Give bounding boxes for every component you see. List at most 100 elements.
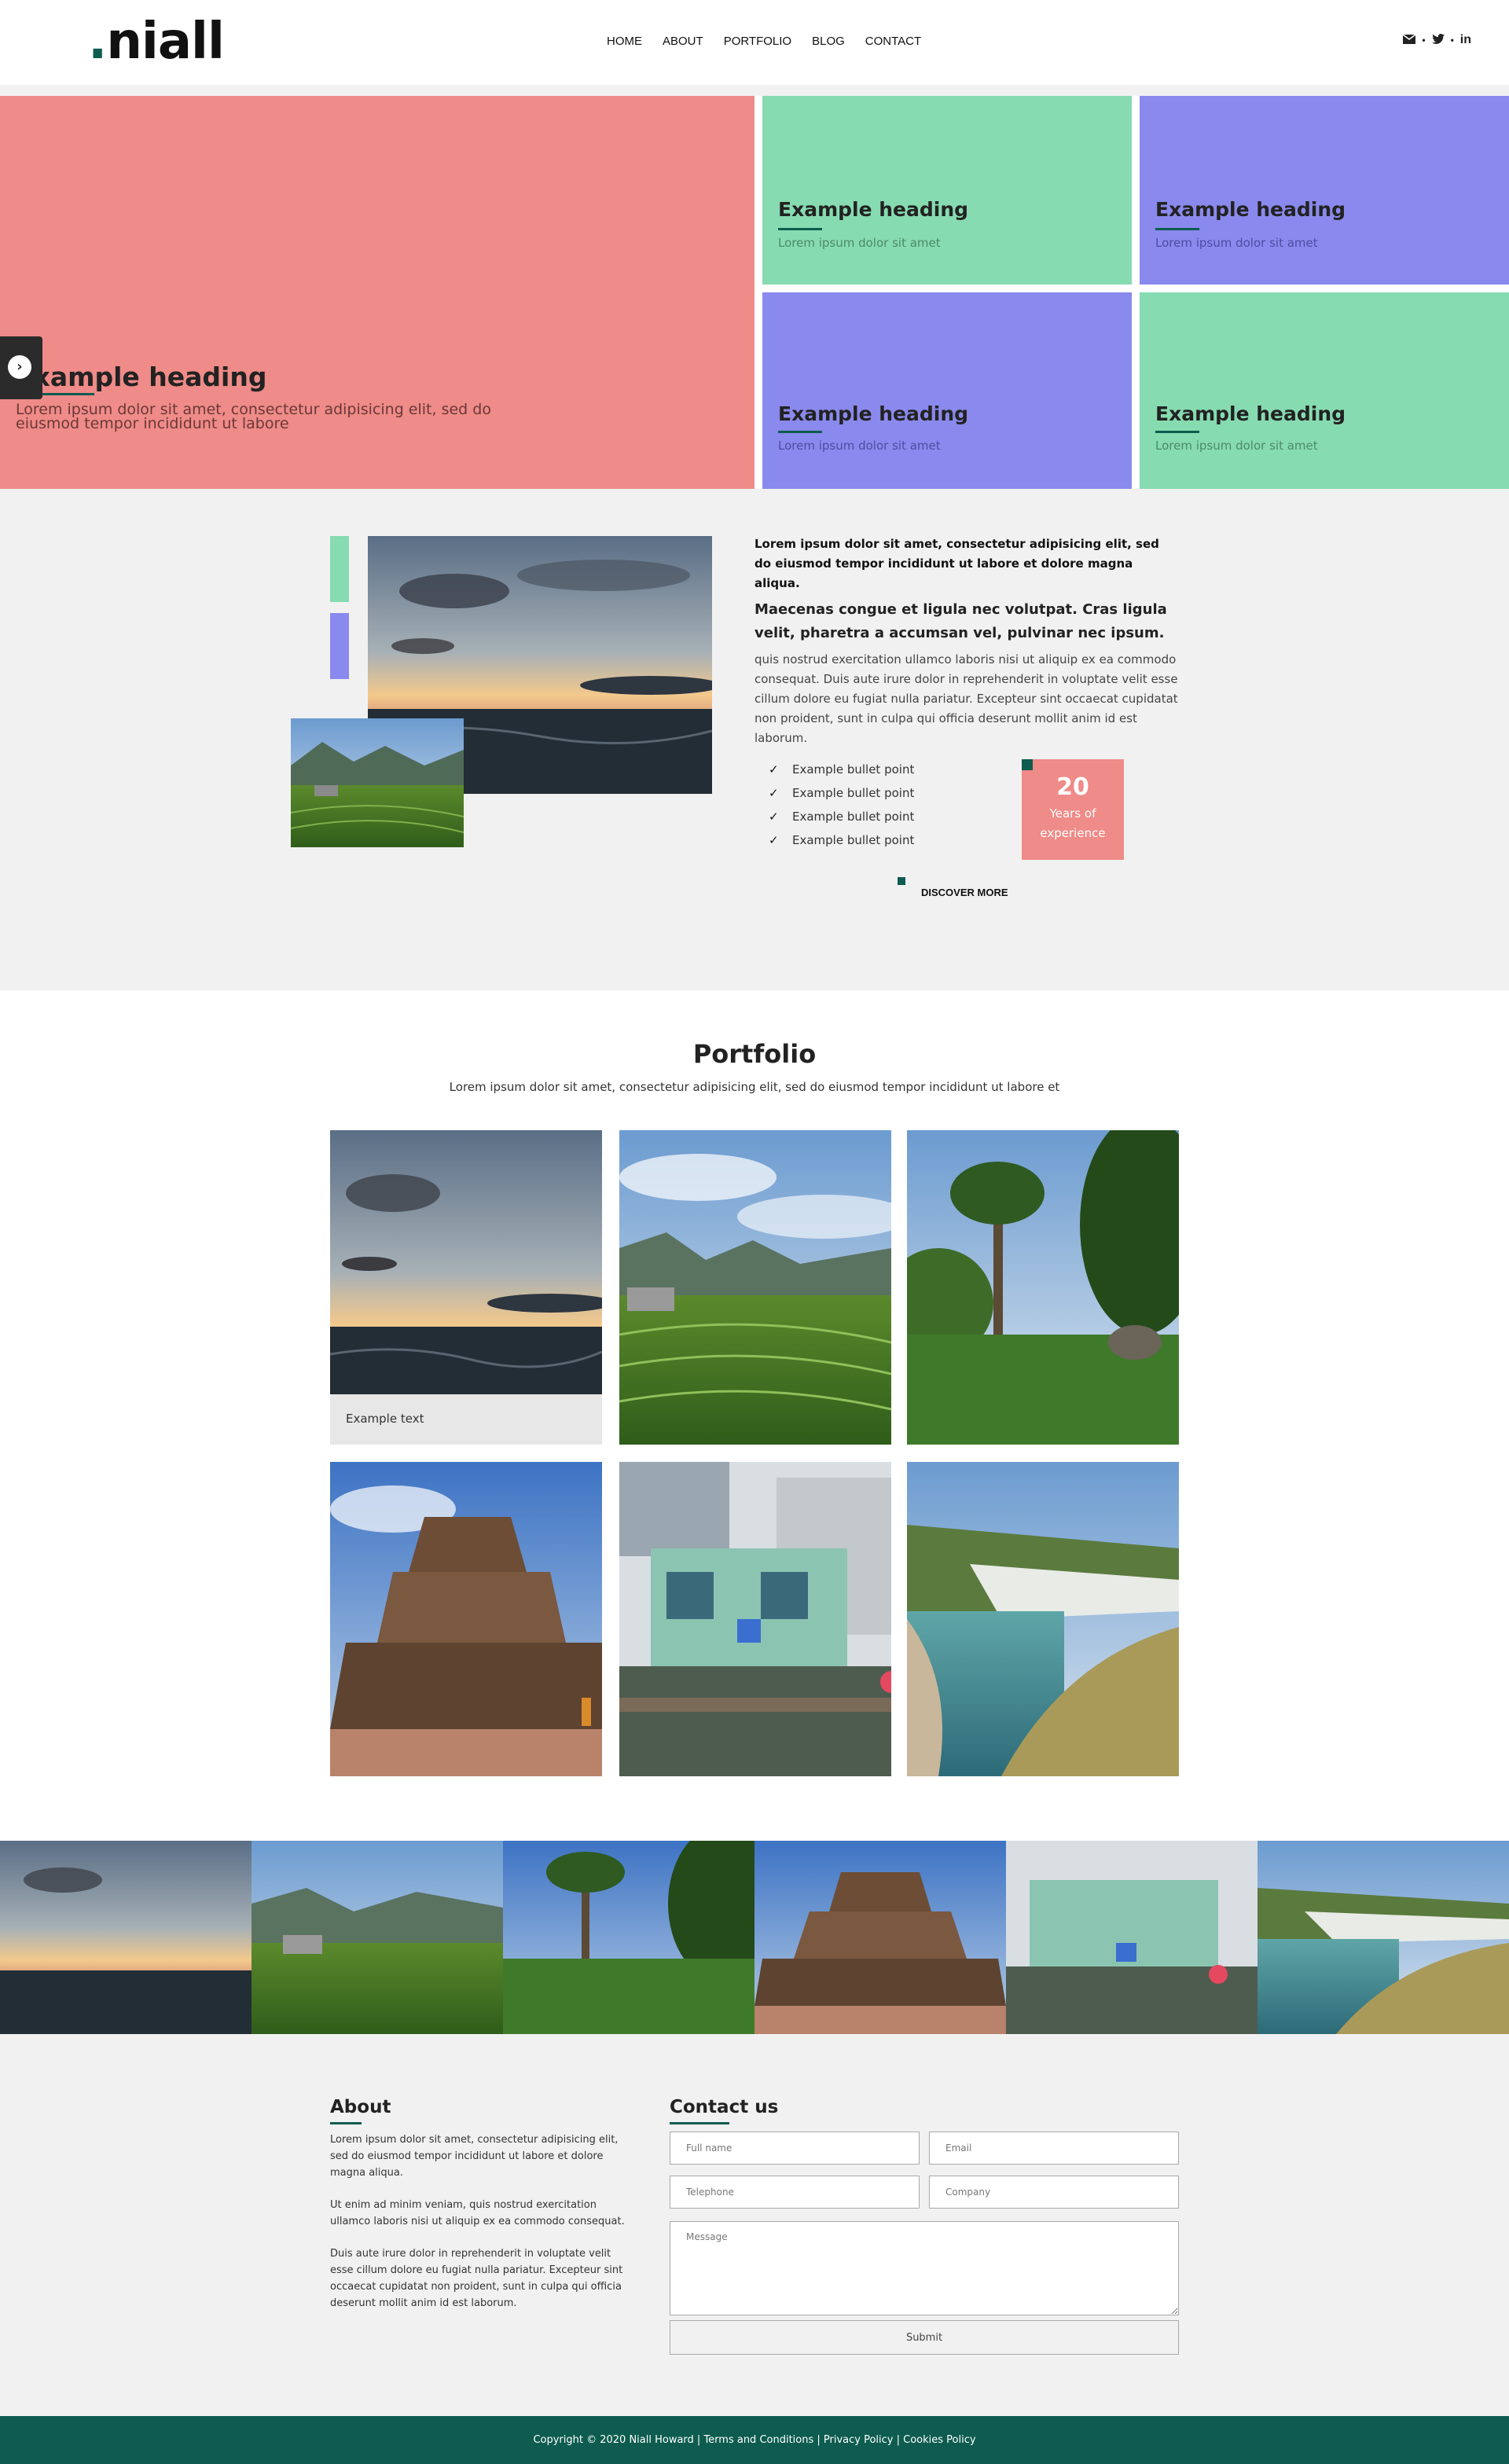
about-body: quis nostrud exercitation ullamco labori… — [754, 652, 1178, 745]
about-section: Lorem ipsum dolor sit amet, consectetur … — [0, 489, 1509, 990]
arrow-right-icon: › — [8, 355, 31, 379]
heading-underline — [1155, 431, 1199, 433]
portfolio-title: Portfolio — [692, 1039, 817, 1069]
discover-dot — [898, 877, 905, 885]
company-field[interactable] — [929, 2176, 1179, 2209]
accent-bar-violet — [330, 613, 349, 679]
market-photo — [619, 1462, 891, 1776]
strip-item-jungle[interactable] — [503, 1841, 754, 2034]
hero-tile-4[interactable]: Example heading Lorem ipsum dolor sit am… — [1140, 292, 1509, 489]
footer-about-body: Lorem ipsum dolor sit amet, consectetur … — [330, 2132, 629, 2327]
bullet-text: Example bullet point — [792, 833, 915, 847]
telephone-field[interactable] — [670, 2176, 920, 2209]
hero-main-tile[interactable]: Example heading Lorem ipsum dolor sit am… — [0, 96, 754, 489]
hero-tile-3[interactable]: Example heading Lorem ipsum dolor sit am… — [762, 292, 1132, 489]
nav-home[interactable]: HOME — [607, 35, 642, 48]
copyright-text: Copyright © 2020 Niall Howard | Terms an… — [533, 2434, 976, 2446]
list-item: ✓ Example bullet point — [769, 805, 914, 828]
temple-photo — [330, 1462, 602, 1776]
nav-about[interactable]: ABOUT — [663, 35, 703, 48]
strip-item-rice-terrace[interactable] — [252, 1841, 503, 2034]
tile-text: Lorem ipsum dolor sit amet — [778, 439, 941, 453]
experience-label: Years of experience — [1022, 804, 1124, 843]
coast-photo — [907, 1462, 1179, 1776]
linkedin-icon[interactable]: in — [1460, 33, 1471, 47]
about-subheading: Maecenas congue et ligula nec volutpat. … — [754, 601, 1167, 641]
check-icon: ✓ — [769, 810, 779, 824]
twitter-icon[interactable] — [1431, 33, 1445, 47]
heading-underline — [1155, 228, 1199, 230]
rice-terrace-photo — [252, 1841, 503, 2034]
full-name-field[interactable] — [670, 2132, 920, 2165]
about-lead: Lorem ipsum dolor sit amet, consectetur … — [754, 537, 1159, 590]
hero-tile-1[interactable]: Example heading Lorem ipsum dolor sit am… — [762, 96, 1132, 285]
strip-item-temple[interactable] — [754, 1841, 1006, 2034]
rice-terrace-photo — [619, 1130, 891, 1445]
about-text: Lorem ipsum dolor sit amet, consectetur … — [754, 534, 1179, 748]
social-separator: • — [1450, 35, 1454, 46]
heading-underline — [330, 2122, 362, 2124]
caption-text: Example text — [346, 1412, 424, 1426]
heading-underline — [670, 2122, 729, 2124]
portfolio-item-jungle[interactable] — [907, 1130, 1179, 1445]
heading-underline — [778, 431, 822, 433]
submit-button[interactable]: Submit — [670, 2320, 1179, 2355]
market-photo — [1006, 1841, 1258, 2034]
discover-more-link[interactable]: DISCOVER MORE — [921, 887, 1008, 898]
strip-item-market[interactable] — [1006, 1841, 1258, 2034]
portfolio-item-temple[interactable] — [330, 1462, 602, 1776]
contact-title: Contact us — [670, 2097, 779, 2117]
nav-portfolio[interactable]: PORTFOLIO — [724, 35, 791, 48]
email-field[interactable] — [929, 2132, 1179, 2165]
nav-contact[interactable]: CONTACT — [865, 35, 921, 48]
temple-photo — [754, 1841, 1006, 2034]
footer-about-title: About — [330, 2097, 391, 2117]
hero-tile-2[interactable]: Example heading Lorem ipsum dolor sit am… — [1140, 96, 1509, 285]
logo-dot: . — [88, 13, 107, 71]
badge-corner — [1022, 759, 1033, 770]
check-icon: ✓ — [769, 762, 779, 777]
header-divider — [0, 85, 1509, 96]
coast-photo — [1258, 1841, 1509, 2034]
strip-item-coast[interactable] — [1258, 1841, 1509, 2034]
experience-number: 20 — [1056, 773, 1089, 801]
portfolio-item-market[interactable] — [619, 1462, 891, 1776]
social-links: • • in — [1402, 33, 1471, 47]
jungle-photo — [907, 1130, 1179, 1445]
portfolio-caption: Example text — [330, 1394, 602, 1445]
rice-terrace-photo — [291, 718, 464, 847]
experience-label-line2: experience — [1040, 826, 1106, 840]
tile-text: Lorem ipsum dolor sit amet — [778, 236, 941, 250]
envelope-icon[interactable] — [1402, 33, 1416, 47]
bullet-list: ✓ Example bullet point ✓ Example bullet po… — [769, 758, 914, 852]
tile-text: Lorem ipsum dolor sit amet — [1155, 439, 1318, 453]
tile-heading: Example heading — [1155, 198, 1346, 221]
footer-about-paragraph: Lorem ipsum dolor sit amet, consectetur … — [330, 2134, 619, 2179]
experience-badge: 20 Years of experience — [1022, 759, 1124, 860]
strip-item-sunset[interactable] — [0, 1841, 252, 2034]
social-separator: • — [1422, 35, 1426, 46]
check-icon: ✓ — [769, 833, 779, 847]
tile-heading: Example heading — [778, 198, 969, 221]
footer-about-paragraph: Duis aute irure dolor in reprehenderit i… — [330, 2248, 623, 2309]
hero-main-text: Lorem ipsum dolor sit amet, consectetur … — [16, 401, 491, 432]
main-nav: HOME ABOUT PORTFOLIO BLOG CONTACT — [607, 35, 921, 48]
hero-main-heading: Example heading — [16, 362, 267, 392]
list-item: ✓ Example bullet point — [769, 781, 914, 805]
footer-section: About Lorem ipsum dolor sit amet, consec… — [0, 2034, 1509, 2416]
site-logo[interactable]: .niall — [88, 13, 225, 71]
logo-text: niall — [106, 13, 225, 71]
list-item: ✓ Example bullet point — [769, 828, 914, 852]
accent-bar-mint — [330, 536, 349, 602]
side-panel-toggle[interactable]: › — [0, 336, 42, 399]
nav-blog[interactable]: BLOG — [812, 35, 845, 48]
footer-about-paragraph: Ut enim ad minim veniam, quis nostrud ex… — [330, 2199, 625, 2227]
portfolio-item-sunset[interactable]: Example text — [330, 1130, 602, 1445]
site-header: .niall HOME ABOUT PORTFOLIO BLOG CONTACT… — [0, 0, 1509, 86]
portfolio-item-coast[interactable] — [907, 1462, 1179, 1776]
bullet-text: Example bullet point — [792, 762, 915, 777]
experience-label-line1: Years of — [1049, 806, 1096, 821]
message-field[interactable] — [670, 2221, 1179, 2315]
bullet-text: Example bullet point — [792, 810, 915, 824]
portfolio-item-rice-terrace[interactable] — [619, 1130, 891, 1445]
